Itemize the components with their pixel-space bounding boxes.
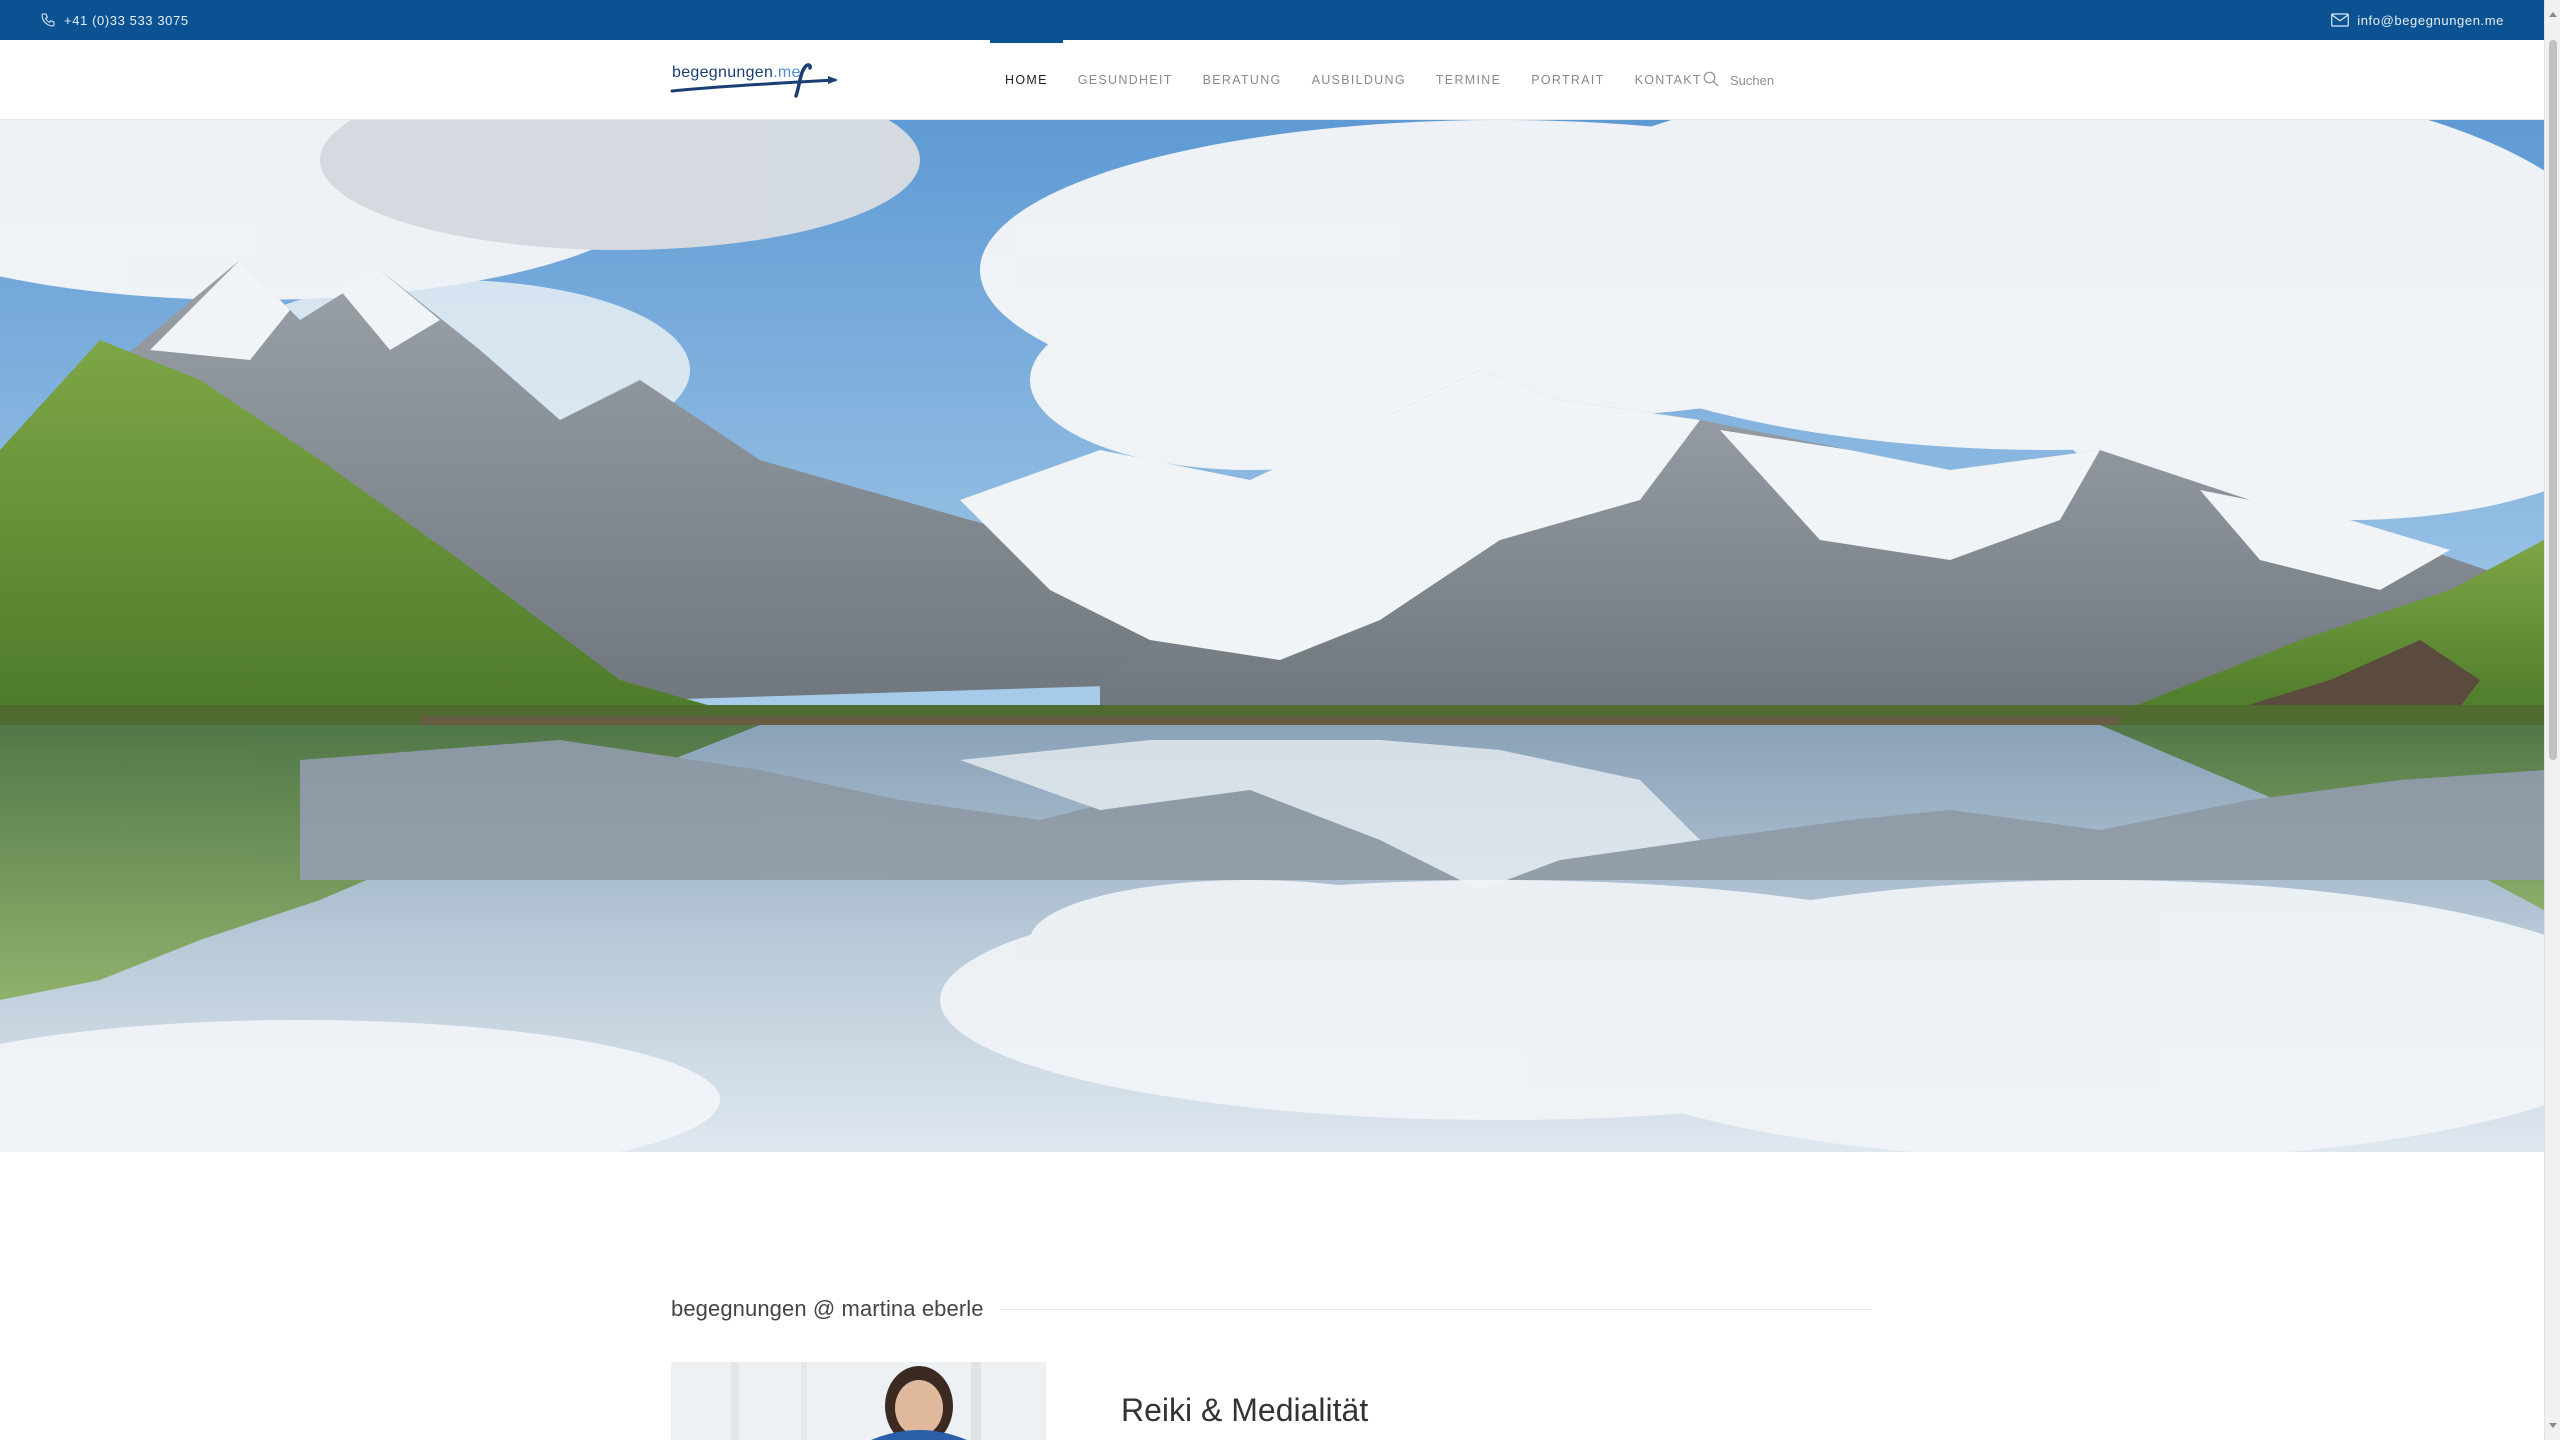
nav-item-portrait[interactable]: PORTRAIT bbox=[1516, 40, 1619, 120]
nav-item-ausbildung[interactable]: AUSBILDUNG bbox=[1297, 40, 1421, 120]
nav-item-termine[interactable]: TERMINE bbox=[1421, 40, 1516, 120]
nav-item-beratung[interactable]: BERATUNG bbox=[1188, 40, 1297, 120]
section-divider bbox=[999, 1308, 1872, 1310]
site-logo[interactable]: begegnungen.me bbox=[670, 60, 838, 102]
scroll-up-arrow-icon[interactable] bbox=[2549, 12, 2557, 17]
site-header: begegnungen.me HOME GESUNDHEIT BERATUNG … bbox=[0, 40, 2544, 120]
phone-icon bbox=[40, 12, 56, 28]
page-scrollbar[interactable] bbox=[2544, 0, 2560, 1440]
card-title: Reiki & Medialität bbox=[1121, 1392, 1369, 1428]
logo-wordmark: begegnungen.me bbox=[672, 64, 801, 81]
envelope-icon bbox=[2331, 13, 2350, 27]
main-nav: HOME GESUNDHEIT BERATUNG AUSBILDUNG TERM… bbox=[990, 40, 1717, 120]
nav-item-gesundheit[interactable]: GESUNDHEIT bbox=[1063, 40, 1188, 120]
portrait-illustration bbox=[671, 1362, 1046, 1440]
search-input[interactable] bbox=[1730, 72, 1840, 88]
search-icon[interactable] bbox=[1702, 70, 1720, 91]
email-link[interactable]: info@begegnungen.me bbox=[2331, 0, 2504, 40]
search-box[interactable] bbox=[1702, 40, 1840, 120]
phone-number: +41 (0)33 533 3075 bbox=[64, 12, 189, 28]
mountain-lake-illustration bbox=[0, 120, 2544, 1152]
email-address: info@begegnungen.me bbox=[2357, 12, 2504, 28]
hero-image bbox=[0, 120, 2544, 1152]
portrait-photo bbox=[671, 1362, 1046, 1440]
nav-item-home[interactable]: HOME bbox=[990, 40, 1063, 120]
section-heading-row: begegnungen @ martina eberle bbox=[671, 1294, 1872, 1324]
phone-link[interactable]: +41 (0)33 533 3075 bbox=[40, 0, 189, 40]
scrollbar-thumb[interactable] bbox=[2549, 40, 2557, 760]
top-contact-bar: +41 (0)33 533 3075 info@begegnungen.me bbox=[0, 0, 2544, 40]
scroll-down-arrow-icon[interactable] bbox=[2549, 1423, 2557, 1428]
section-title: begegnungen @ martina eberle bbox=[671, 1296, 984, 1321]
